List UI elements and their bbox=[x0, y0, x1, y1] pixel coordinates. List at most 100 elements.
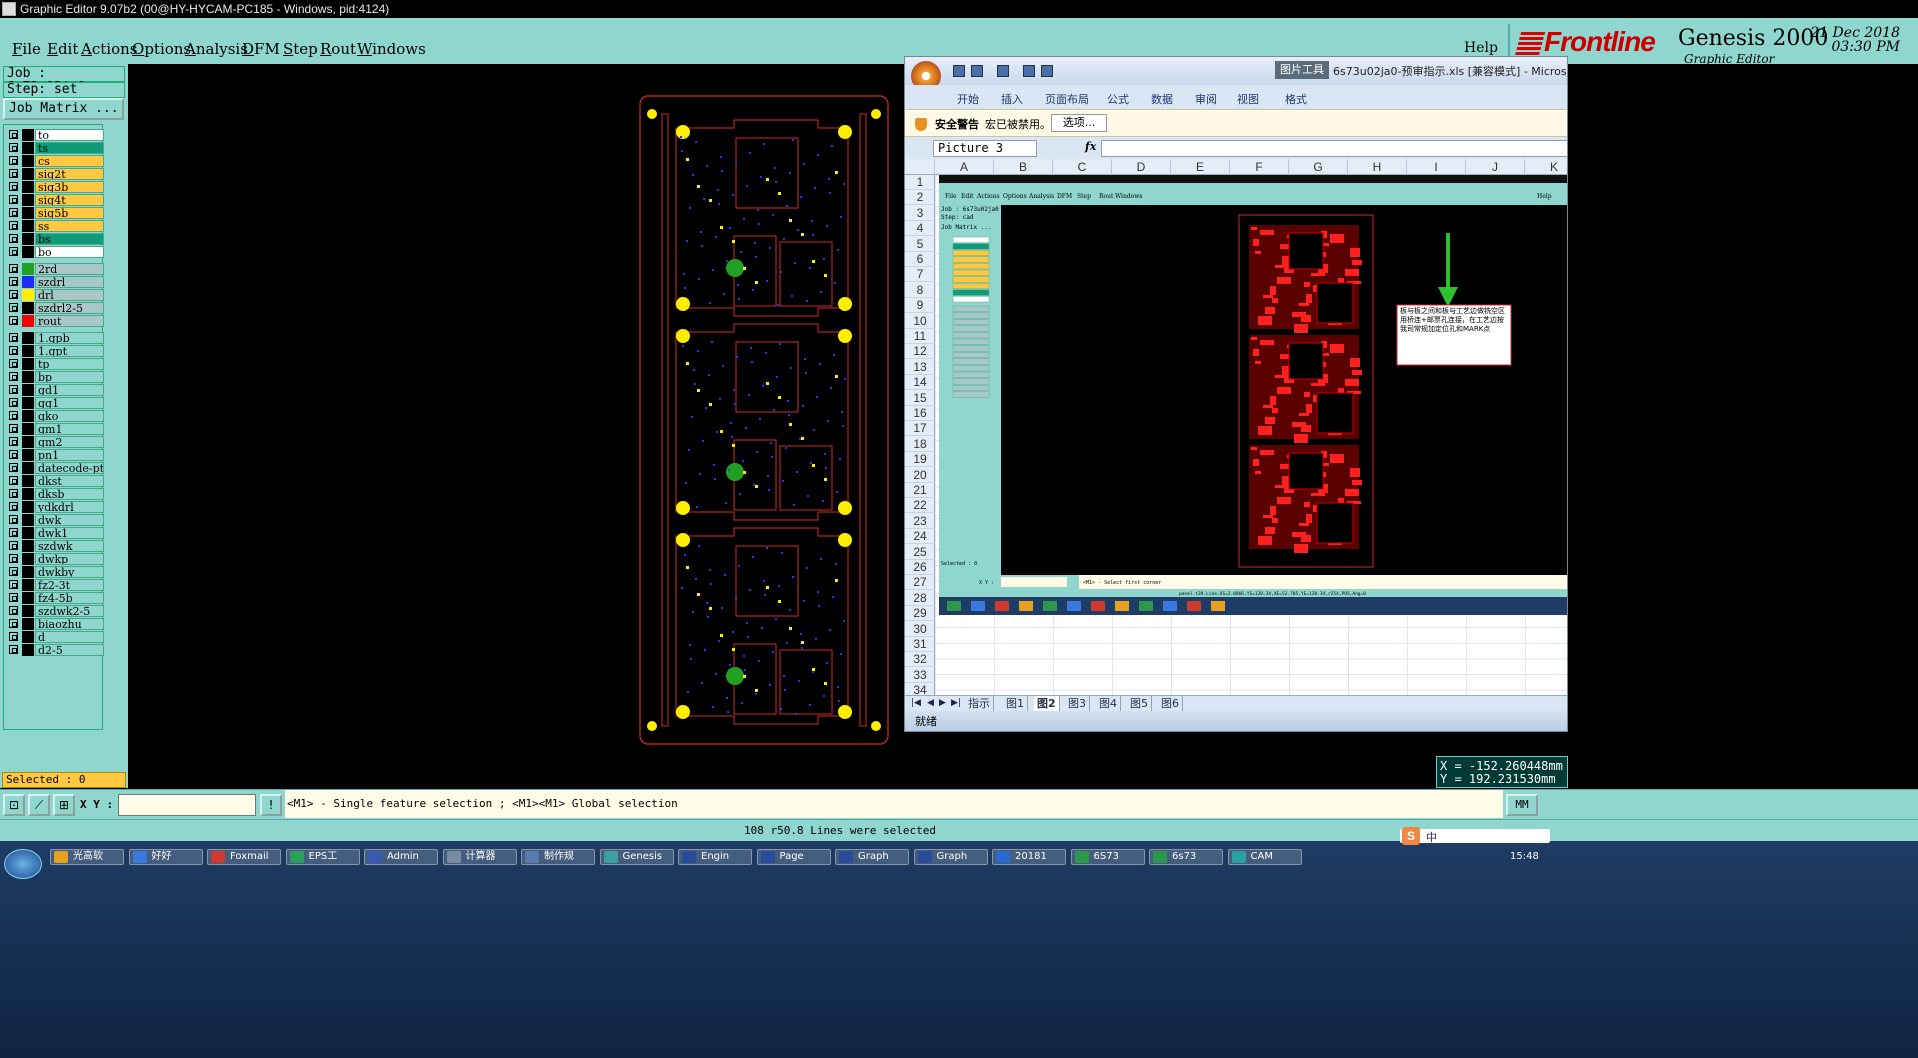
layer-color-swatch[interactable] bbox=[22, 475, 34, 487]
layer-checkbox[interactable] bbox=[9, 398, 18, 407]
column-header[interactable]: D bbox=[1112, 159, 1171, 175]
layer-checkbox[interactable] bbox=[9, 264, 18, 273]
layer-row-g2-0[interactable]: 2rd bbox=[4, 263, 104, 275]
layer-color-swatch[interactable] bbox=[22, 181, 34, 193]
column-header[interactable]: J bbox=[1466, 159, 1525, 175]
layer-checkbox[interactable] bbox=[9, 290, 18, 299]
layer-color-swatch[interactable] bbox=[22, 527, 34, 539]
taskbar-item[interactable]: Engin bbox=[678, 849, 752, 865]
layer-color-swatch[interactable] bbox=[22, 384, 34, 396]
layer-row-g3-17[interactable]: dwkp bbox=[4, 553, 104, 565]
layer-name[interactable]: dwkp bbox=[35, 553, 104, 565]
ribbon-tab-2[interactable]: 页面布局 bbox=[1045, 91, 1089, 107]
ribbon-tab-7[interactable]: 格式 bbox=[1285, 91, 1307, 107]
layer-checkbox[interactable] bbox=[9, 437, 18, 446]
layer-row-g1-9[interactable]: bo bbox=[4, 246, 104, 258]
name-box[interactable]: Picture 3 bbox=[933, 140, 1037, 157]
layer-color-swatch[interactable] bbox=[22, 462, 34, 474]
layer-name[interactable]: sig3b bbox=[35, 181, 104, 193]
layer-name[interactable]: fz2-3t bbox=[35, 579, 104, 591]
layer-checkbox[interactable] bbox=[9, 169, 18, 178]
layer-color-swatch[interactable] bbox=[22, 220, 34, 232]
prev-sheet-icon[interactable]: ◀ bbox=[927, 698, 934, 708]
row-header[interactable]: 3 bbox=[905, 206, 935, 221]
layer-name[interactable]: szdrl2-5 bbox=[35, 302, 104, 314]
menu-actions[interactable]: Actions bbox=[81, 40, 137, 58]
sheet-tab[interactable]: 图2 bbox=[1034, 696, 1060, 711]
layer-checkbox[interactable] bbox=[9, 489, 18, 498]
row-header[interactable]: 23 bbox=[905, 514, 935, 529]
ribbon-tab-4[interactable]: 数据 bbox=[1151, 91, 1173, 107]
layer-checkbox[interactable] bbox=[9, 277, 18, 286]
taskbar-item[interactable]: Page bbox=[756, 849, 831, 865]
layer-name[interactable]: szdrl bbox=[35, 276, 104, 288]
layer-checkbox[interactable] bbox=[9, 182, 18, 191]
layer-name[interactable]: gd1 bbox=[35, 384, 104, 396]
row-header[interactable]: 19 bbox=[905, 452, 935, 468]
layer-checkbox[interactable] bbox=[9, 476, 18, 485]
layer-checkbox[interactable] bbox=[9, 554, 18, 563]
layer-name[interactable]: datecode-ptc bbox=[35, 462, 104, 474]
row-header[interactable]: 33 bbox=[905, 668, 935, 683]
layer-color-swatch[interactable] bbox=[22, 410, 34, 422]
excel-window[interactable]: 图片工具 6s73u02ja0-预审指示.xls [兼容模式] - Micros… bbox=[904, 56, 1568, 732]
layer-row-g3-16[interactable]: szdwk bbox=[4, 540, 104, 552]
row-header[interactable]: 9 bbox=[905, 298, 935, 314]
redo-icon[interactable] bbox=[997, 65, 1009, 77]
layer-row-g3-15[interactable]: dwk1 bbox=[4, 527, 104, 539]
layer-row-g1-2[interactable]: cs bbox=[4, 155, 104, 167]
layer-checkbox[interactable] bbox=[9, 385, 18, 394]
row-header[interactable]: 21 bbox=[905, 483, 935, 498]
layer-row-g3-13[interactable]: ydkdrl bbox=[4, 501, 104, 513]
sheet-tab[interactable]: 图1 bbox=[1003, 696, 1028, 711]
graphic-canvas[interactable] bbox=[128, 64, 904, 788]
layer-color-swatch[interactable] bbox=[22, 397, 34, 409]
row-header[interactable]: 15 bbox=[905, 391, 935, 406]
menu-rout[interactable]: Rout bbox=[320, 40, 356, 58]
layer-row-g3-5[interactable]: gg1 bbox=[4, 397, 104, 409]
layer-row-g3-2[interactable]: tp bbox=[4, 358, 104, 370]
column-header[interactable]: C bbox=[1053, 159, 1112, 175]
layer-name[interactable]: d bbox=[35, 631, 104, 643]
layer-row-g3-7[interactable]: gm1 bbox=[4, 423, 104, 435]
layer-color-swatch[interactable] bbox=[22, 514, 34, 526]
menu-step[interactable]: Step bbox=[283, 40, 318, 58]
layer-name[interactable]: gko bbox=[35, 410, 104, 422]
layer-checkbox[interactable] bbox=[9, 632, 18, 641]
ribbon-tab-1[interactable]: 插入 bbox=[1001, 91, 1023, 107]
menu-windows[interactable]: Windows bbox=[357, 40, 426, 58]
sheet-tab[interactable]: 指示 bbox=[965, 696, 994, 711]
layer-color-swatch[interactable] bbox=[22, 631, 34, 643]
layer-row-g1-0[interactable]: to bbox=[4, 129, 104, 141]
row-header[interactable]: 10 bbox=[905, 314, 935, 329]
menu-file[interactable]: File bbox=[12, 40, 41, 58]
layer-color-swatch[interactable] bbox=[22, 289, 34, 301]
fx-icon[interactable]: fx bbox=[1085, 140, 1096, 153]
layer-name[interactable]: sig4t bbox=[35, 194, 104, 206]
layer-name[interactable]: gm2 bbox=[35, 436, 104, 448]
layer-checkbox[interactable] bbox=[9, 411, 18, 420]
layer-row-g3-23[interactable]: d bbox=[4, 631, 104, 643]
row-header[interactable]: 26 bbox=[905, 560, 935, 575]
layer-row-g1-6[interactable]: sig5b bbox=[4, 207, 104, 219]
layer-name[interactable]: dkst bbox=[35, 475, 104, 487]
menu-options[interactable]: Options bbox=[132, 40, 191, 58]
row-header[interactable]: 16 bbox=[905, 406, 935, 421]
snap-grid-icon[interactable]: ⊞ bbox=[53, 794, 75, 816]
row-header[interactable]: 24 bbox=[905, 529, 935, 545]
row-header[interactable]: 12 bbox=[905, 344, 935, 360]
layer-name[interactable]: ss bbox=[35, 220, 104, 232]
menu-analysis[interactable]: Analysis bbox=[185, 40, 248, 58]
ribbon-tab-3[interactable]: 公式 bbox=[1107, 91, 1129, 107]
row-header[interactable]: 25 bbox=[905, 545, 935, 560]
column-header[interactable]: F bbox=[1230, 159, 1289, 175]
taskbar-item[interactable]: Foxmail bbox=[207, 849, 281, 865]
layer-name[interactable]: 1.gpb bbox=[35, 332, 104, 344]
layer-color-swatch[interactable] bbox=[22, 540, 34, 552]
layer-color-swatch[interactable] bbox=[22, 207, 34, 219]
column-header[interactable]: E bbox=[1171, 159, 1230, 175]
layer-color-swatch[interactable] bbox=[22, 423, 34, 435]
taskbar-item[interactable]: CAM bbox=[1227, 849, 1302, 865]
layer-checkbox[interactable] bbox=[9, 645, 18, 654]
row-header[interactable]: 29 bbox=[905, 606, 935, 622]
